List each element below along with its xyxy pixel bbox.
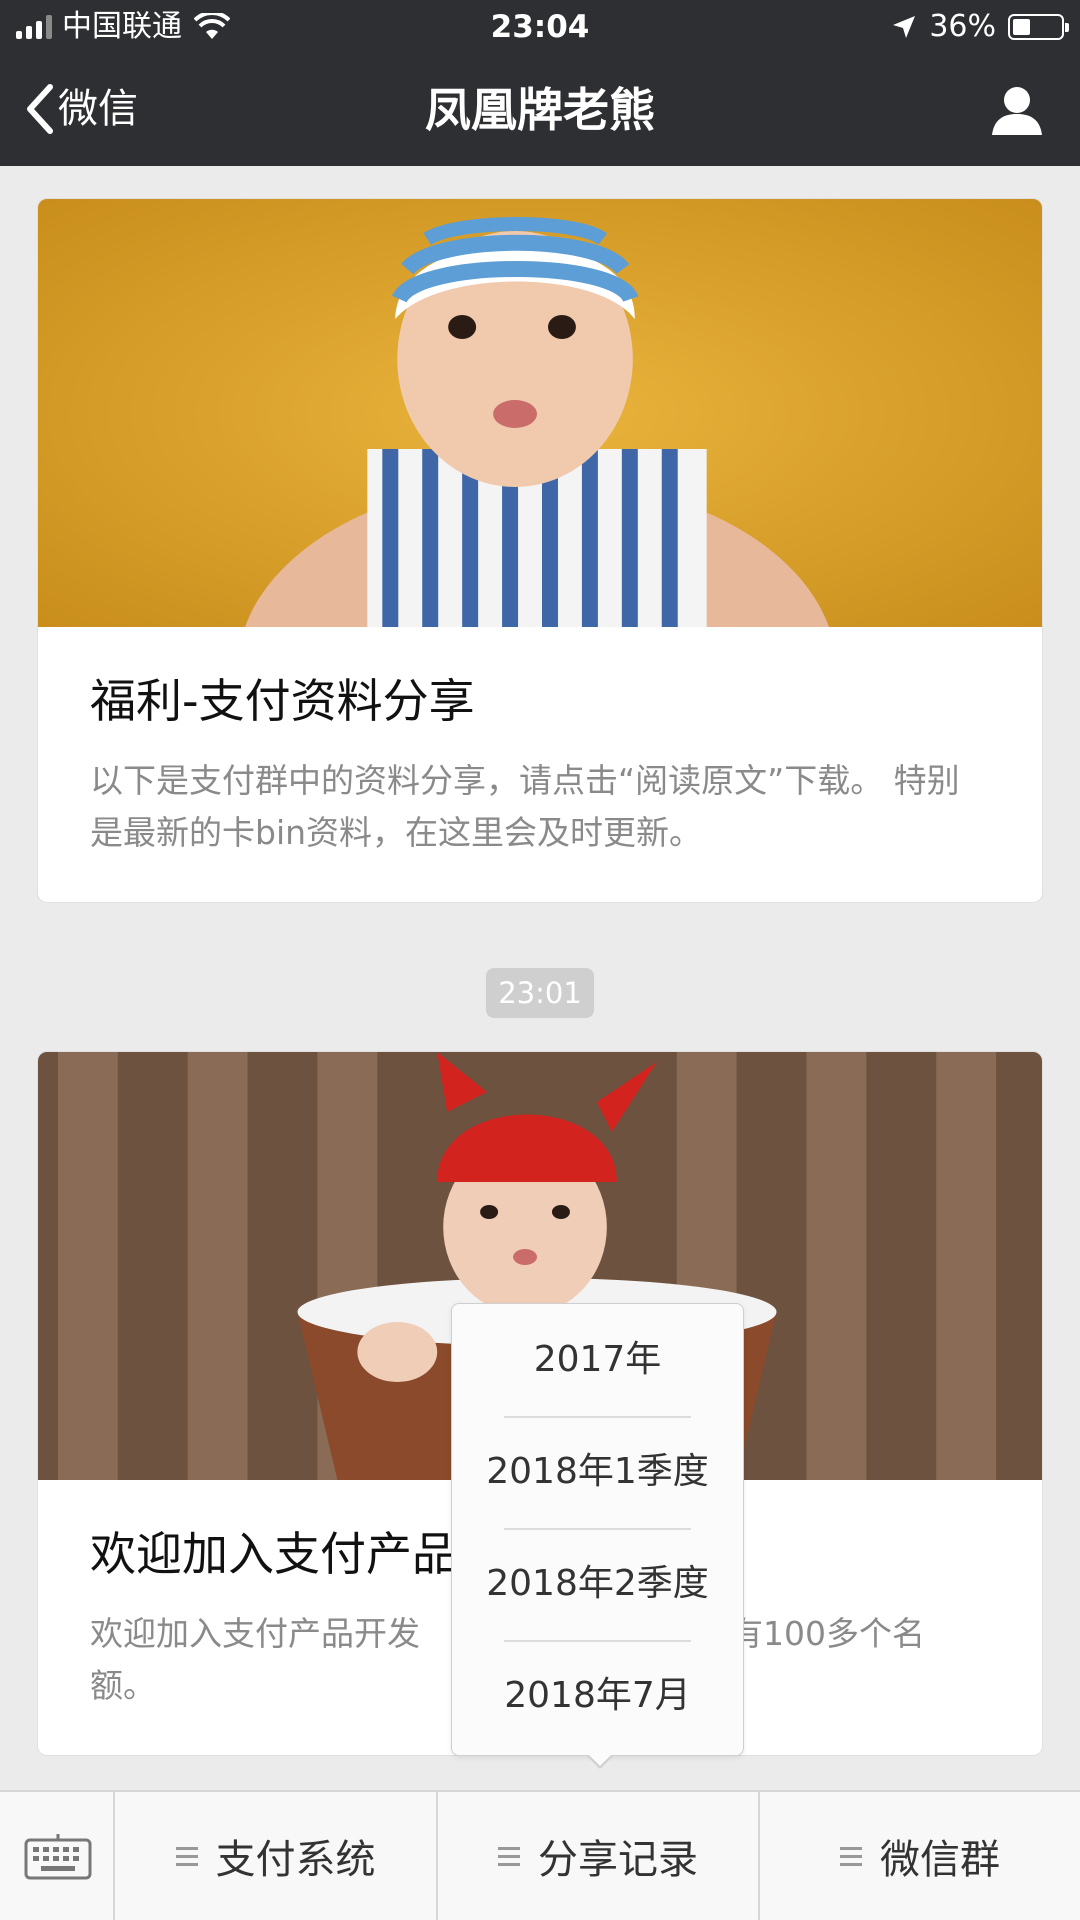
article-description: 以下是支付群中的资料分享，请点击“阅读原文”下载。 特别是最新的卡bin资料，在…: [90, 761, 960, 852]
status-right: 36%: [891, 9, 1069, 44]
submenu-popup: 2017年 2018年1季度 2018年2季度 2018年7月: [451, 1303, 744, 1756]
battery-percent: 36%: [929, 9, 996, 44]
nav-bar: 微信 凤凰牌老熊: [0, 55, 1080, 166]
article-cover-image: [38, 199, 1042, 627]
article-description-start: 欢迎加入支付产品开发: [90, 1614, 420, 1653]
article-title: 福利-支付资料分享: [90, 674, 475, 728]
menu-button-share-records[interactable]: 分享记录: [438, 1792, 758, 1920]
profile-icon[interactable]: [990, 83, 1044, 137]
submenu-item-2018-q1[interactable]: 2018年1季度: [452, 1416, 743, 1528]
bottom-menu-bar: 支付系统 分享记录 微信群: [0, 1790, 1080, 1920]
submenu-item-2018-q2[interactable]: 2018年2季度: [452, 1528, 743, 1640]
popup-pointer-fill: [588, 1754, 612, 1766]
article-card[interactable]: 福利-支付资料分享 以下是支付群中的资料分享，请点击“阅读原文”下载。 特别是最…: [37, 198, 1043, 903]
submenu-item-2017[interactable]: 2017年: [452, 1304, 743, 1416]
submenu-item-2018-jul[interactable]: 2018年7月: [452, 1640, 743, 1752]
menu-button-pay-system[interactable]: 支付系统: [115, 1792, 436, 1920]
menu-label: 微信群: [880, 1837, 1000, 1883]
battery-icon: [1008, 14, 1069, 40]
page-title: 凤凰牌老熊: [425, 83, 655, 137]
menu-lines-icon: [175, 1846, 198, 1866]
keyboard-icon: [24, 1834, 92, 1880]
menu-label: 支付系统: [215, 1837, 376, 1883]
menu-lines-icon: [498, 1846, 520, 1866]
menu-label: 分享记录: [538, 1837, 698, 1883]
keyboard-toggle-button[interactable]: [0, 1792, 115, 1920]
menu-button-wechat-group[interactable]: 微信群: [760, 1792, 1080, 1920]
status-bar: 中国联通 23:04 36%: [0, 0, 1080, 55]
location-arrow-icon: [893, 16, 916, 38]
message-timestamp: 23:01: [486, 968, 594, 1018]
menu-lines-icon: [840, 1846, 862, 1866]
